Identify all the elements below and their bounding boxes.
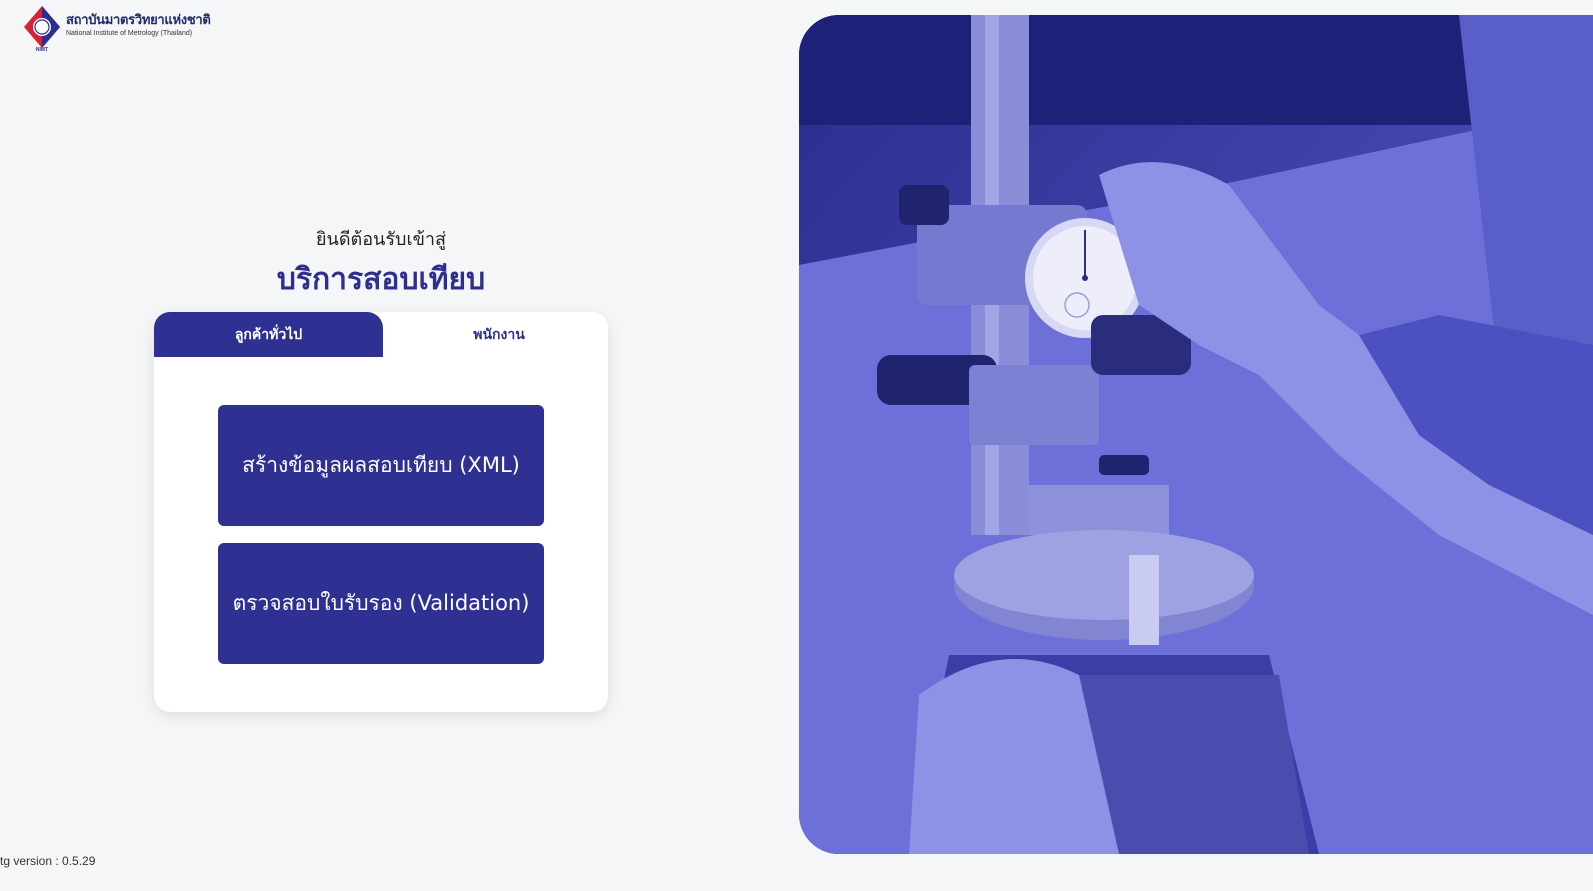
create-xml-button[interactable]: สร้างข้อมูลผลสอบเทียบ (XML) [218, 405, 544, 526]
logo-abbreviation: NIMT [35, 47, 49, 53]
nimt-logo[interactable]: NIMT สถาบันมาตรวิทยาแห่งชาติ National In… [22, 5, 211, 55]
logo-name-english: National Institute of Metrology (Thailan… [66, 30, 193, 37]
page-title: บริการสอบเทียบ [276, 262, 486, 297]
dial-indicator-photo-icon [799, 15, 1593, 854]
validate-certificate-button[interactable]: ตรวจสอบใบรับรอง (Validation) [218, 543, 544, 664]
tab-staff[interactable]: พนักงาน [390, 312, 608, 357]
dial-indicator-photo [799, 15, 1593, 854]
login-card: ลูกค้าทั่วไป พนักงาน สร้างข้อมูลผลสอบเที… [154, 312, 608, 712]
nimt-logo-icon: NIMT [22, 5, 62, 55]
welcome-text: ยินดีต้อนรับเข้าสู่ [316, 229, 446, 250]
version-label: tg version : 0.5.29 [0, 854, 96, 868]
logo-name-thai: สถาบันมาตรวิทยาแห่งชาติ [66, 13, 211, 28]
tab-general-customer[interactable]: ลูกค้าทั่วไป [154, 312, 383, 357]
